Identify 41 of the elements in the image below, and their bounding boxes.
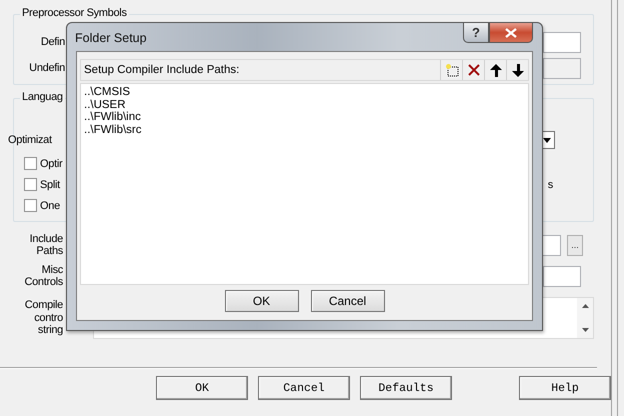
field-label: Defin <box>40 36 65 48</box>
arrow-up-icon <box>490 64 502 76</box>
new-folder-icon <box>444 63 458 77</box>
scroll-down-icon[interactable] <box>582 328 588 332</box>
field-label: Include Paths <box>28 232 63 258</box>
help-button[interactable]: ? <box>463 23 489 43</box>
checkbox[interactable] <box>24 199 37 212</box>
dialog-button[interactable]: Cancel <box>258 376 350 400</box>
dialog-button[interactable]: Defaults <box>360 376 452 400</box>
checkbox-label: Split <box>40 178 60 190</box>
dialog-button[interactable]: Help <box>519 376 611 400</box>
close-button[interactable] <box>489 23 533 43</box>
checkbox[interactable] <box>24 178 37 191</box>
field-label: Misc Controls <box>23 264 63 288</box>
close-icon <box>505 28 517 38</box>
group-title: Preprocessor Symbols <box>20 7 129 20</box>
field-label: Undefin <box>28 62 65 74</box>
window-title: Folder Setup <box>75 31 147 45</box>
input-field[interactable] <box>541 234 561 256</box>
list-item[interactable]: ..\FWlib\inc <box>84 111 525 124</box>
option-text: s <box>548 178 553 190</box>
input-field[interactable] <box>543 266 581 286</box>
checkbox[interactable] <box>24 157 37 170</box>
list-item[interactable]: ..\CMSIS <box>84 86 525 98</box>
list-label: Setup Compiler Include Paths: <box>83 64 240 76</box>
list-item[interactable]: ..\USER <box>84 98 525 111</box>
field-label: Compile contro string <box>24 299 63 337</box>
list-item[interactable]: ..\FWlib\src <box>84 124 525 136</box>
browse-button[interactable]: ... <box>567 234 583 256</box>
dialog-button[interactable]: OK <box>224 290 298 312</box>
arrow-down-icon <box>512 64 524 76</box>
dialog-button[interactable]: Cancel <box>310 290 384 312</box>
input-field[interactable] <box>543 32 581 52</box>
checkbox-label: Optir <box>40 158 62 170</box>
caret-icon <box>543 138 551 142</box>
delete-icon <box>466 63 480 77</box>
scroll-up-icon[interactable] <box>582 304 588 308</box>
dialog-button[interactable]: OK <box>156 376 248 400</box>
checkbox-label: One <box>40 200 60 212</box>
field-label: Optimizat <box>8 134 53 146</box>
group-title: Languag <box>20 91 65 104</box>
